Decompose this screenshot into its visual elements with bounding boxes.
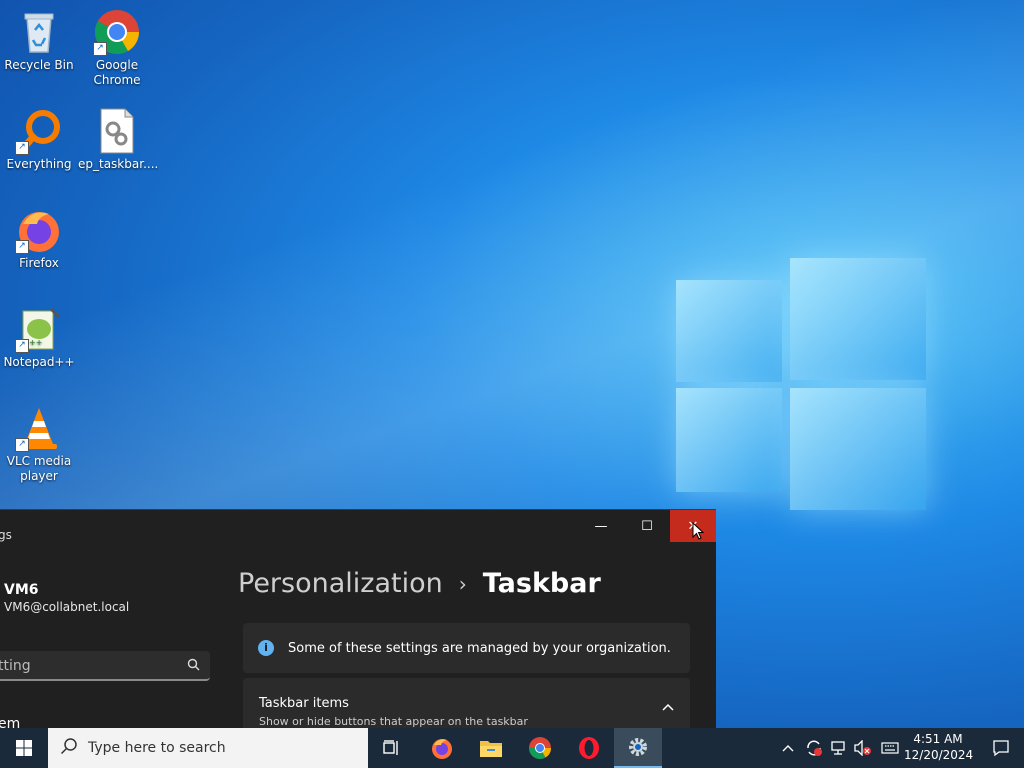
sync-error-icon [807, 740, 822, 756]
task-view-icon [383, 740, 398, 755]
chrome-icon: ↗ [93, 8, 141, 56]
maximize-icon: ☐ [641, 518, 653, 534]
window-title: gs [0, 528, 12, 542]
taskbar: Type here to search 4:51 AM 12/20/2024 [0, 728, 1024, 768]
clock-date: 12/20/2024 [904, 748, 974, 762]
desktop-icon-ep-taskbar[interactable]: ep_taskbar.... [78, 107, 158, 172]
network-icon [831, 741, 845, 755]
tray-sync-status[interactable] [805, 728, 823, 768]
notice-text: Some of these settings are managed by yo… [288, 640, 671, 656]
taskbar-file-explorer[interactable] [467, 728, 515, 768]
breadcrumb-parent[interactable]: Personalization [238, 568, 443, 599]
taskbar-search-placeholder: Type here to search [88, 740, 226, 756]
clock-time: 4:51 AM [913, 732, 963, 746]
search-icon [187, 658, 200, 675]
settings-file-icon [93, 107, 141, 155]
firefox-icon: ↗ [15, 206, 63, 254]
desktop-icon-recycle-bin[interactable]: Recycle Bin [0, 8, 78, 73]
everything-search-icon: ↗ [15, 107, 63, 155]
section-subtitle: Show or hide buttons that appear on the … [259, 715, 528, 728]
user-email: VM6@collabnet.local [4, 600, 130, 614]
tray-keyboard[interactable] [881, 728, 899, 768]
managed-by-organization-notice: i Some of these settings are managed by … [243, 623, 690, 673]
task-view-button[interactable] [368, 728, 416, 768]
chrome-icon [529, 737, 551, 759]
desktop-icon-everything[interactable]: ↗ Everything [0, 107, 78, 172]
taskbar-firefox[interactable] [418, 728, 466, 768]
settings-search-input[interactable]: tting [0, 651, 210, 681]
minimize-button[interactable]: — [578, 510, 624, 542]
start-button[interactable] [0, 728, 48, 768]
mouse-cursor-icon [692, 521, 705, 544]
keyboard-icon [881, 742, 899, 754]
recycle-bin-icon [15, 8, 63, 56]
chevron-up-icon [782, 745, 794, 752]
tray-volume[interactable] [854, 728, 872, 768]
settings-gear-icon [629, 738, 647, 756]
user-name: VM6 [4, 582, 39, 598]
svg-text:++: ++ [29, 338, 42, 347]
section-title: Taskbar items [259, 696, 349, 711]
chevron-up-icon[interactable] [662, 700, 674, 714]
notification-icon [993, 740, 1009, 757]
page-title: Taskbar [482, 568, 601, 599]
firefox-icon [432, 739, 452, 759]
maximize-button[interactable]: ☐ [624, 510, 670, 542]
desktop-icon-notepad-plus-plus[interactable]: ++ ↗ Notepad++ [0, 305, 78, 370]
action-center-button[interactable] [978, 728, 1024, 768]
settings-window[interactable]: gs — ☐ ✕ VM6 VM6@collabnet.local tting e… [0, 509, 716, 729]
search-placeholder: tting [0, 658, 31, 674]
taskbar-opera[interactable] [565, 728, 613, 768]
volume-muted-icon [854, 740, 871, 756]
opera-icon [579, 737, 599, 759]
breadcrumb-separator: › [458, 571, 467, 596]
minimize-icon: — [594, 518, 608, 534]
notepad-plus-plus-icon: ++ ↗ [15, 305, 63, 353]
taskbar-settings[interactable] [614, 728, 662, 768]
breadcrumb: Personalization › Taskbar [238, 568, 601, 599]
desktop-icon-chrome[interactable]: ↗ Google Chrome [78, 8, 156, 88]
taskbar-clock[interactable]: 4:51 AM 12/20/2024 [904, 731, 974, 763]
file-explorer-icon [480, 741, 502, 757]
taskbar-chrome[interactable] [516, 728, 564, 768]
tray-network[interactable] [830, 728, 848, 768]
taskbar-search-box[interactable]: Type here to search [48, 728, 368, 768]
desktop-icon-firefox[interactable]: ↗ Firefox [0, 206, 78, 271]
windows-logo-wallpaper [676, 258, 926, 510]
search-icon [60, 737, 78, 759]
taskbar-items-section[interactable]: Taskbar items Show or hide buttons that … [243, 678, 690, 729]
vlc-cone-icon: ↗ [15, 404, 63, 452]
windows-start-icon [16, 740, 32, 756]
info-icon: i [258, 640, 274, 656]
show-hidden-icons-button[interactable] [782, 728, 794, 768]
desktop-icon-vlc[interactable]: ↗ VLC media player [0, 404, 78, 484]
